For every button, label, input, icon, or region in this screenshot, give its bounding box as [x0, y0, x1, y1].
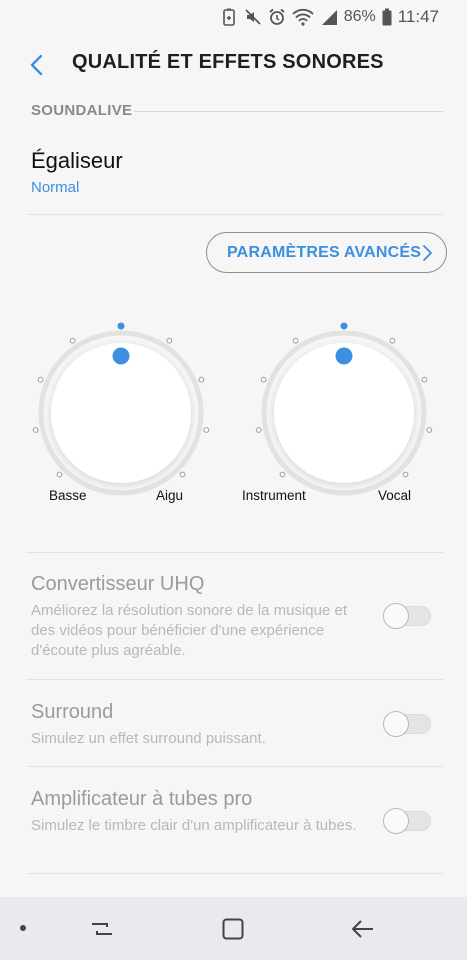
page-title: QUALITÉ ET EFFETS SONORES — [72, 51, 384, 73]
toggle-thumb — [383, 808, 409, 834]
divider — [26, 873, 444, 874]
knob-indicator — [112, 347, 130, 365]
knob-tick — [279, 471, 286, 478]
section-header-soundalive: SOUNDALIVE — [31, 102, 133, 119]
home-button[interactable] — [215, 911, 251, 947]
signal-icon — [320, 8, 338, 26]
knob-label-instrument: Instrument — [242, 488, 306, 503]
back-nav-button[interactable] — [345, 911, 381, 947]
knob-tick — [56, 471, 63, 478]
status-bar: 86% 11:47 — [0, 0, 467, 34]
setting-description: Simulez un effet surround puissant. — [31, 730, 266, 747]
knob-tick — [255, 427, 262, 433]
divider — [26, 214, 444, 215]
home-icon — [222, 918, 244, 940]
knob-tick — [32, 427, 39, 433]
tube-amp-toggle[interactable] — [383, 808, 431, 834]
knob-tick — [260, 376, 267, 383]
knob-tick-active — [117, 322, 125, 330]
advanced-settings-label: PARAMÈTRES AVANCÉS — [227, 243, 422, 261]
toggle-thumb — [383, 603, 409, 629]
knob-indicator — [335, 347, 353, 365]
back-button[interactable] — [20, 48, 54, 82]
knob-tick — [166, 337, 173, 344]
back-arrow-icon — [352, 920, 373, 938]
equalizer-value: Normal — [31, 179, 80, 196]
knob-tick — [198, 376, 205, 383]
setting-tube-amp-pro[interactable]: Amplificateur à tubes pro Simulez le tim… — [0, 767, 467, 873]
knob-tick — [203, 427, 210, 433]
surround-toggle[interactable] — [383, 711, 431, 737]
knob-bass-treble[interactable] — [32, 322, 210, 496]
alarm-icon — [268, 8, 286, 26]
equalizer-row[interactable]: Égaliseur Normal — [0, 134, 467, 214]
chevron-right-icon — [423, 245, 432, 261]
battery-icon — [382, 8, 392, 26]
navigation-bar — [0, 897, 467, 960]
knob-tick — [179, 471, 186, 478]
toggle-thumb — [383, 711, 409, 737]
status-icons: 86% 11:47 — [220, 5, 439, 29]
equalizer-title: Égaliseur — [31, 148, 123, 173]
knob-tick — [69, 337, 76, 344]
battery-percent: 86% — [343, 8, 376, 25]
wifi-icon — [292, 8, 314, 26]
knobs-area — [32, 322, 433, 496]
recent-apps-button[interactable] — [84, 911, 120, 947]
knob-tick — [402, 471, 409, 478]
clock: 11:47 — [397, 7, 439, 26]
app-header: QUALITÉ ET EFFETS SONORES — [0, 40, 467, 90]
chevron-left-icon — [30, 54, 43, 76]
knob-tick-active — [340, 322, 348, 330]
knob-tick — [292, 337, 299, 344]
knob-tick — [421, 376, 428, 383]
knob-label-vocal: Vocal — [378, 488, 412, 503]
setting-uhq-upscaler[interactable]: Convertisseur UHQ Améliorez la résolutio… — [0, 553, 467, 679]
knob-label-aigu: Aigu — [156, 488, 184, 503]
setting-surround[interactable]: Surround Simulez un effet surround puiss… — [0, 680, 467, 766]
recent-apps-icon — [92, 923, 112, 935]
setting-title: Surround — [31, 701, 114, 723]
setting-title: Amplificateur à tubes pro — [31, 788, 253, 810]
knob-tick — [389, 337, 396, 344]
battery-saver-icon — [220, 8, 238, 26]
knob-label-basse: Basse — [49, 488, 87, 503]
knob-instrument-vocal[interactable] — [255, 322, 433, 496]
section-divider — [134, 111, 443, 112]
setting-description: Simulez le timbre clair d'un amplificate… — [31, 817, 357, 834]
knob-tick — [37, 376, 44, 383]
advanced-settings-button[interactable]: PARAMÈTRES AVANCÉS — [206, 232, 447, 273]
setting-title: Convertisseur UHQ — [31, 573, 205, 595]
nav-dot-indicator — [20, 925, 26, 931]
uhq-toggle[interactable] — [383, 603, 431, 629]
knob-tick — [426, 427, 433, 433]
setting-description: Améliorez la résolution sonore de la mus… — [31, 602, 348, 659]
mute-icon — [244, 8, 262, 26]
